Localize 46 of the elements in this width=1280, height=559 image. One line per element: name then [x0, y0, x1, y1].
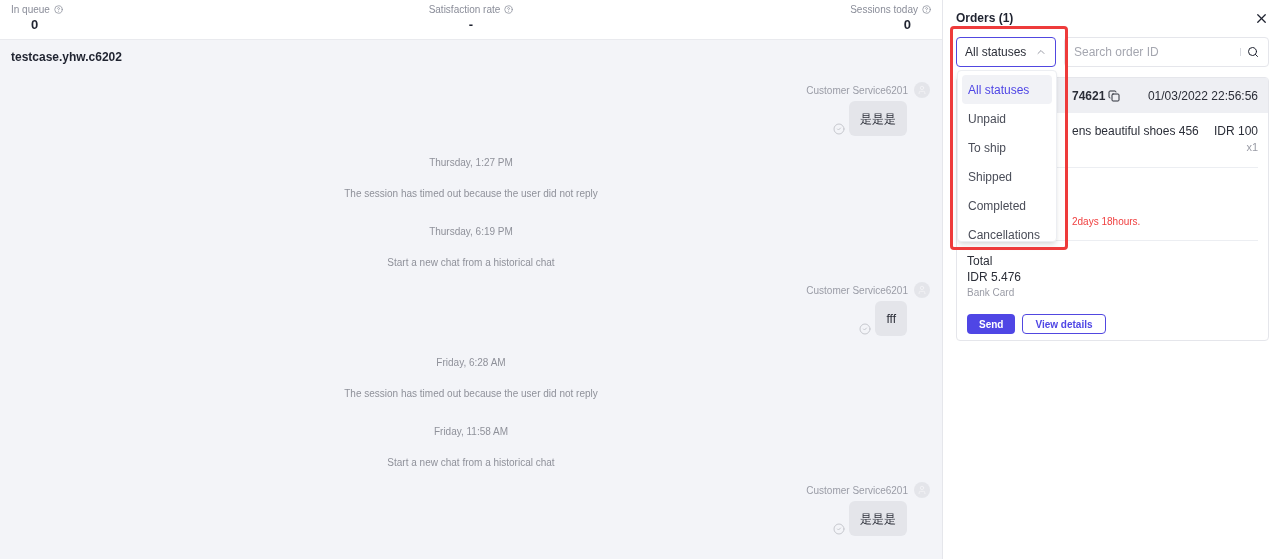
deadline-notice: 2days 18hours.: [1072, 215, 1141, 229]
message-bubble: fff: [875, 301, 907, 336]
timestamp: Thursday, 6:19 PM: [429, 225, 513, 239]
panel-title: Orders (1): [956, 10, 1014, 27]
status-select[interactable]: All statuses: [956, 37, 1056, 67]
system-notice: The session has timed out because the user did not reply: [344, 187, 598, 201]
view-details-button[interactable]: View details: [1022, 314, 1106, 334]
payment-method: Bank Card: [967, 286, 1016, 300]
order-id: 74621: [1072, 87, 1106, 105]
read-check-icon: [859, 323, 872, 335]
read-check-icon: [833, 123, 845, 135]
dropdown-option[interactable]: All statuses: [962, 75, 1052, 104]
sender-name: Customer Service6201: [806, 283, 908, 298]
total-amount: IDR 5.476: [967, 269, 1023, 285]
message-bubble: 是是是: [849, 501, 907, 536]
timestamp: Friday, 11:58 AM: [433, 425, 509, 439]
stat-value: 0: [903, 17, 912, 33]
timestamp: Thursday, 1:27 PM: [429, 156, 513, 170]
stat-label: Sessions today: [850, 3, 918, 17]
stat-label: In queue: [11, 3, 50, 17]
sender-name: Customer Service6201: [806, 83, 908, 98]
chat-title: testcase.yhw.c6202: [11, 49, 122, 66]
dropdown-option[interactable]: Shipped: [962, 162, 1052, 191]
product-name: ens beautiful shoes 456: [1072, 123, 1199, 139]
read-check-icon: [833, 523, 845, 535]
timestamp: Friday, 6:28 AM: [436, 356, 506, 370]
product-quantity: x1: [1246, 140, 1258, 155]
dropdown-option[interactable]: Unpaid: [962, 104, 1052, 133]
total-label: Total: [967, 253, 994, 269]
system-notice: Start a new chat from a historical chat: [387, 256, 555, 270]
dropdown-option[interactable]: To ship: [962, 133, 1052, 162]
order-date: 01/03/2022 22:56:56: [1147, 87, 1258, 105]
send-button[interactable]: Send: [967, 314, 1016, 334]
system-notice: The session has timed out because the user did not reply: [344, 387, 598, 401]
stat-label: Satisfaction rate: [428, 3, 501, 17]
system-notice: Start a new chat from a historical chat: [387, 456, 555, 470]
stat-value: 0: [30, 17, 39, 33]
search-field[interactable]: Search order ID: [1064, 37, 1269, 67]
dropdown-option[interactable]: Completed: [962, 191, 1052, 220]
dropdown-option[interactable]: Cancellations: [962, 220, 1052, 241]
copy-icon[interactable]: [1108, 89, 1121, 102]
product-price: IDR 100: [1213, 123, 1258, 139]
sender-name: Customer Service6201: [806, 483, 908, 498]
message-bubble: 是是是: [849, 101, 907, 136]
stat-value: -: [468, 17, 474, 33]
search-icon[interactable]: [1247, 46, 1259, 58]
